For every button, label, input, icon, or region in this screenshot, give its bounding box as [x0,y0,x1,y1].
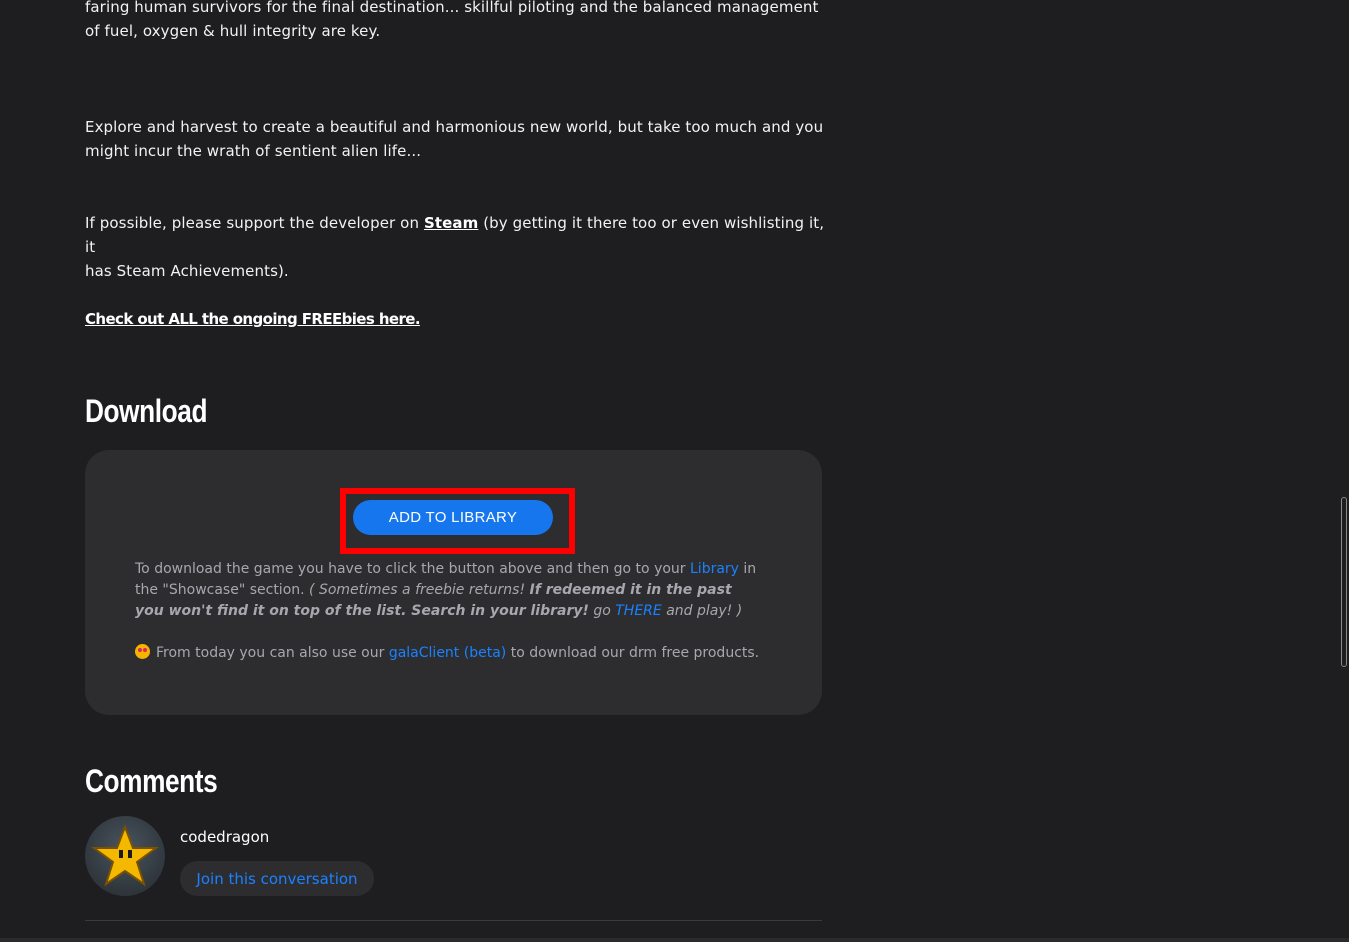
client-post: to download our drm free products. [506,645,760,661]
galaclient-link[interactable]: galaClient (beta) [389,645,506,661]
star-struck-emoji-icon [135,644,150,659]
p3-line2: has Steam Achievements). [85,262,289,280]
p2-line2: might incur the wrath of sentient alien … [85,142,422,160]
page: faring human survivors for the final des… [0,0,1349,942]
p1-line1: faring human survivors for the final des… [85,0,819,16]
comment-composer: codedragon Join this conversation [85,816,822,896]
p1-line2: of fuel, oxygen & hull integrity are key… [85,22,381,40]
client-pre: From today you can also use our [156,645,389,661]
p2-line1: Explore and harvest to create a beautifu… [85,118,824,136]
star-avatar-icon [91,824,159,887]
instr-text-1: To download the game you have to click t… [135,561,690,577]
steam-link[interactable]: Steam [424,214,478,232]
instr-italic-1: ( Sometimes a freebie returns! [309,582,530,598]
there-link[interactable]: THERE [615,603,662,619]
download-instructions: To download the game you have to click t… [135,559,765,622]
description-paragraph-3: If possible, please support the develope… [85,211,825,283]
add-to-library-button[interactable]: ADD TO LIBRARY [353,500,553,535]
freebies-link[interactable]: Check out ALL the ongoing FREEbies here. [85,310,421,328]
download-card: ADD TO LIBRARY To download the game you … [85,450,822,715]
library-link[interactable]: Library [690,561,739,577]
freebies-paragraph: Check out ALL the ongoing FREEbies here. [85,307,825,331]
description-paragraph-1: faring human survivors for the final des… [85,0,825,43]
description-paragraph-2: Explore and harvest to create a beautifu… [85,115,825,163]
instr-italic-3: and play! ) [661,603,743,619]
avatar[interactable] [85,816,165,896]
galaclient-notice: From today you can also use our galaClie… [135,643,785,664]
username: codedragon [180,828,270,846]
instr-italic-2: go [588,603,616,619]
comments-heading: Comments [85,763,218,799]
scrollbar-thumb[interactable] [1341,497,1347,667]
there-link-text: THERE [615,603,662,619]
p3-pre: If possible, please support the develope… [85,214,424,232]
join-conversation-button[interactable]: Join this conversation [180,861,374,896]
download-heading: Download [85,393,208,429]
divider [85,920,822,921]
bottom-strip [0,938,1349,942]
